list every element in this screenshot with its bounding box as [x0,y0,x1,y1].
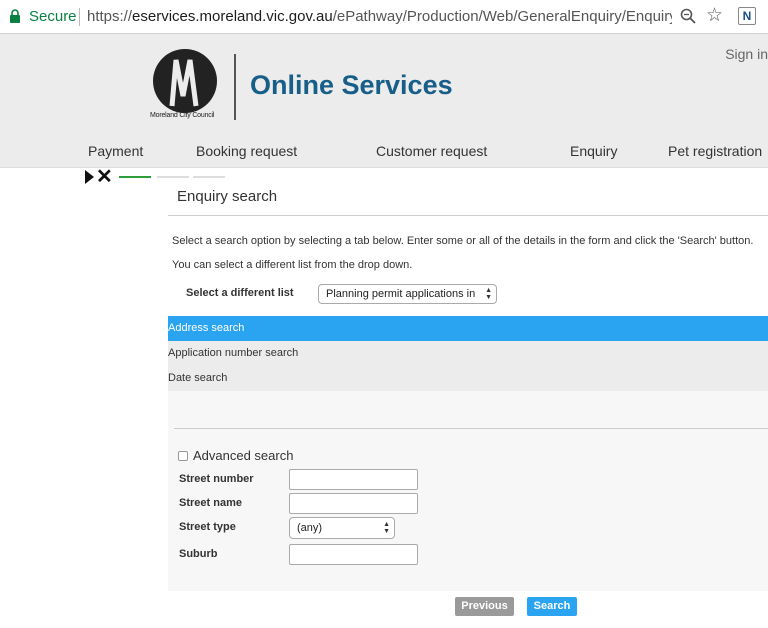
site-header: Sign in Moreland City Council Online Ser… [0,34,768,168]
url-divider [79,8,80,26]
select-arrows-icon: ▲ ▼ [485,287,492,301]
advanced-search-label[interactable]: Advanced search [193,448,293,463]
progress-step [157,176,189,178]
list-hint-text: You can select a different list from the… [172,259,413,271]
tab-date-search[interactable]: Date search [168,366,768,391]
street-name-label: Street name [179,497,242,509]
url-path: /ePathway/Production/Web/GeneralEnquiry/… [332,8,672,25]
secure-label: Secure [29,8,77,25]
logo-separator [234,54,236,120]
progress-step [193,176,225,178]
browser-address-bar[interactable]: Secure https://eservices.moreland.vic.go… [0,0,768,34]
instructions-text: Select a search option by selecting a ta… [172,235,754,247]
zoom-icon[interactable] [680,8,696,24]
url-host: eservices.moreland.vic.gov.au [132,8,333,25]
suburb-input[interactable] [289,544,418,565]
nav-payment[interactable]: Payment [88,143,143,159]
street-type-select[interactable]: (any) ▲ ▼ [289,517,395,539]
bookmark-star-icon[interactable]: ☆ [706,6,723,25]
nav-customer-request[interactable]: Customer request [376,143,487,159]
nav-enquiry[interactable]: Enquiry [570,143,617,159]
close-icon[interactable]: ✕ [96,167,113,187]
extension-icon[interactable]: N [738,7,756,25]
street-type-label: Street type [179,521,236,533]
previous-button[interactable]: Previous [455,597,514,616]
url-text[interactable]: https://eservices.moreland.vic.gov.au/eP… [87,8,672,25]
advanced-search-checkbox[interactable] [178,451,188,461]
select-arrows-icon: ▲ ▼ [383,521,390,535]
street-number-input[interactable] [289,469,418,490]
nav-pet-registration[interactable]: Pet registration [668,143,762,159]
page-title: Enquiry search [177,188,278,205]
tab-application-number-search[interactable]: Application number search [168,341,768,366]
list-select-label: Select a different list [186,287,294,299]
form-divider [174,428,768,429]
search-form-pane [168,391,768,591]
site-title: Online Services [250,70,453,100]
tab-address-search[interactable]: Address search [168,316,768,341]
progress-step [119,176,151,178]
lock-icon [10,9,20,23]
suburb-label: Suburb [179,548,218,560]
street-number-label: Street number [179,473,254,485]
title-divider [168,215,768,216]
url-scheme: https:// [87,8,133,25]
search-tabs: Address search Application number search… [168,316,768,391]
sign-in-link[interactable]: Sign in [725,46,768,62]
nav-booking-request[interactable]: Booking request [196,143,297,159]
search-button[interactable]: Search [527,597,577,616]
play-icon[interactable] [85,170,94,184]
list-select[interactable]: Planning permit applications in ▲ ▼ [318,284,497,304]
council-name: Moreland City Council [150,112,215,119]
list-select-value: Planning permit applications in [326,288,476,300]
moreland-logo[interactable] [150,48,220,118]
street-type-value: (any) [297,522,323,534]
street-name-input[interactable] [289,493,418,514]
